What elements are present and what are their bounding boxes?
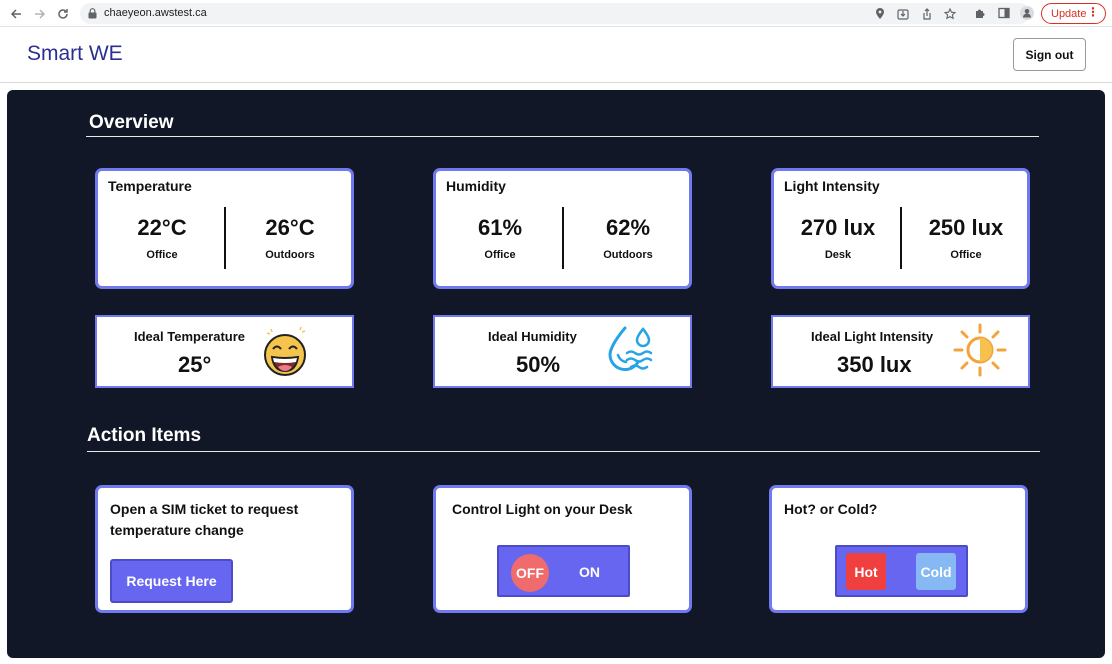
update-button[interactable]: Update ⋮ [1041, 3, 1106, 24]
ideal-title: Ideal Light Intensity [811, 329, 934, 344]
metric-value: 22°C [137, 215, 187, 240]
update-label: Update [1051, 7, 1087, 20]
ideal-humidity-card: Ideal Humidity 50% [433, 315, 692, 388]
hot-cold-card: Hot? or Cold? Hot Cold [769, 485, 1028, 613]
metric-label: Office [950, 249, 982, 261]
overview-heading: Overview [89, 112, 174, 133]
dashboard-panel: Overview Temperature 22°C Office 26°C Ou… [7, 90, 1105, 658]
reload-icon[interactable] [53, 4, 73, 24]
install-app-icon[interactable] [895, 6, 911, 22]
menu-dots-icon: ⋮ [1087, 5, 1099, 19]
office-temperature: 22°C Office [102, 215, 222, 261]
metric-label: Office [146, 249, 178, 261]
ideal-value: 50% [516, 352, 561, 377]
overview-divider [86, 136, 1039, 137]
metric-value: 270 lux [800, 215, 876, 240]
location-pin-icon[interactable] [872, 6, 888, 22]
browser-toolbar: chaeyeon.awstest.ca Update ⋮ [0, 0, 1112, 27]
desk-light-title: Control Light on your Desk [452, 501, 633, 517]
office-humidity: 61% Office [440, 215, 560, 261]
humidity-card: Humidity 61% Office 62% Outdoors [433, 168, 692, 289]
metric-separator [224, 207, 226, 269]
laughing-face-icon [264, 326, 306, 376]
profile-avatar-icon[interactable] [1019, 5, 1035, 21]
on-button[interactable]: ON [579, 564, 600, 580]
hot-button[interactable]: Hot [846, 553, 886, 590]
ideal-temperature-card: Ideal Temperature 25° [95, 315, 354, 388]
office-light: 250 lux Office [906, 215, 1026, 261]
url-text: chaeyeon.awstest.ca [104, 7, 207, 19]
sign-out-button[interactable]: Sign out [1013, 38, 1086, 71]
app-header: Smart WE Sign out [0, 27, 1112, 83]
action-items-divider [87, 451, 1040, 452]
outdoor-temperature: 26°C Outdoors [230, 215, 350, 261]
off-button[interactable]: OFF [511, 554, 549, 592]
request-here-button[interactable]: Request Here [110, 559, 233, 603]
ideal-title: Ideal Temperature [134, 329, 246, 344]
address-bar[interactable]: chaeyeon.awstest.ca [80, 3, 1030, 24]
sim-ticket-title: Open a SIM ticket to request temperature… [110, 501, 299, 538]
desk-light: 270 lux Desk [778, 215, 898, 261]
card-title: Light Intensity [784, 178, 880, 194]
temperature-card: Temperature 22°C Office 26°C Outdoors [95, 168, 354, 289]
metric-value: 62% [605, 215, 651, 240]
light-toggle[interactable]: OFF ON [497, 545, 630, 597]
extensions-puzzle-icon[interactable] [972, 5, 988, 21]
hot-cold-toggle: Hot Cold [835, 545, 968, 597]
lock-icon [88, 8, 97, 19]
hot-cold-title: Hot? or Cold? [784, 501, 878, 517]
share-icon[interactable] [919, 6, 935, 22]
water-drop-icon [608, 326, 653, 372]
ideal-light-card: Ideal Light Intensity 350 lux [771, 315, 1030, 388]
card-title: Humidity [446, 178, 506, 194]
back-arrow-icon[interactable] [6, 4, 26, 24]
desk-light-card: Control Light on your Desk OFF ON [433, 485, 692, 613]
metric-value: 61% [477, 215, 523, 240]
bookmark-star-icon[interactable] [942, 6, 958, 22]
sim-ticket-card: Open a SIM ticket to request temperature… [95, 485, 354, 613]
side-panel-icon[interactable] [996, 5, 1012, 21]
ideal-value: 25° [178, 352, 212, 377]
metric-value: 250 lux [928, 215, 1004, 240]
action-items-heading: Action Items [87, 425, 202, 446]
forward-arrow-icon[interactable] [30, 4, 50, 24]
card-title: Temperature [108, 178, 192, 194]
cold-button[interactable]: Cold [916, 553, 956, 590]
metric-label: Outdoors [603, 249, 653, 261]
light-intensity-card: Light Intensity 270 lux Desk 250 lux Off… [771, 168, 1030, 289]
metric-label: Outdoors [265, 249, 315, 261]
sun-icon [953, 323, 1007, 377]
ideal-title: Ideal Humidity [488, 329, 577, 344]
ideal-value: 350 lux [837, 352, 912, 377]
metric-separator [562, 207, 564, 269]
metric-separator [900, 207, 902, 269]
metric-value: 26°C [265, 215, 315, 240]
metric-label: Office [484, 249, 516, 261]
brand-title: Smart WE [27, 42, 123, 65]
outdoor-humidity: 62% Outdoors [568, 215, 688, 261]
metric-label: Desk [824, 249, 852, 261]
